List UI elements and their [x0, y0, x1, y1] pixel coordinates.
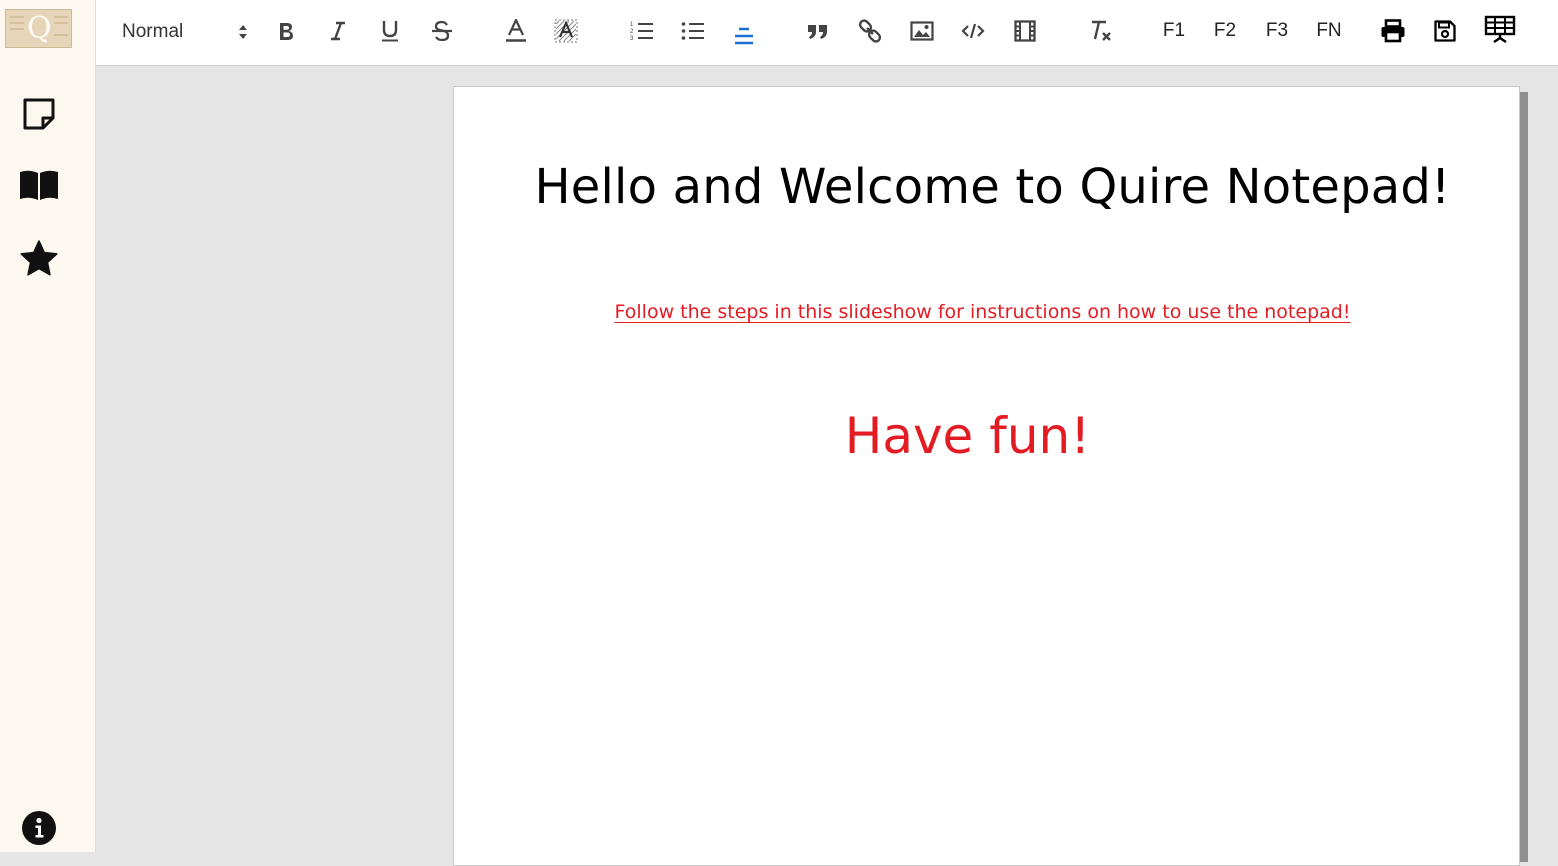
italic-button[interactable]: [324, 11, 352, 51]
link-icon: [858, 19, 882, 43]
italic-icon: [330, 21, 346, 41]
format-select[interactable]: Normal: [114, 14, 249, 50]
slideshow-icon: [1484, 15, 1516, 43]
print-button[interactable]: [1378, 11, 1408, 51]
document-title: Hello and Welcome to Quire Notepad!: [534, 159, 1451, 215]
svg-text:1: 1: [630, 22, 634, 28]
format-select-value: Normal: [122, 21, 184, 42]
font-color-button[interactable]: [502, 11, 530, 51]
strikethrough-icon: [431, 20, 453, 42]
closing-text: Have fun!: [844, 407, 1091, 465]
image-button[interactable]: [908, 11, 936, 51]
underline-icon: [380, 20, 400, 42]
font-button-f1[interactable]: F1: [1159, 11, 1189, 51]
font-button-f2[interactable]: F2: [1210, 11, 1240, 51]
bold-icon: [277, 21, 295, 41]
logo-letter: Q: [27, 11, 52, 46]
blockquote-button[interactable]: [804, 11, 832, 51]
font-color-icon: [505, 19, 527, 43]
editor-page[interactable]: Hello and Welcome to Quire Notepad! Foll…: [453, 86, 1520, 866]
strikethrough-button[interactable]: [428, 11, 456, 51]
left-sidebar: Q: [0, 0, 96, 852]
align-center-button[interactable]: [730, 14, 758, 54]
clear-format-icon: [1088, 19, 1114, 43]
save-button[interactable]: [1430, 11, 1460, 51]
align-center-icon: [733, 23, 755, 45]
slideshow-link[interactable]: Follow the steps in this slideshow for i…: [454, 301, 1511, 323]
blockquote-icon: [807, 22, 829, 40]
ordered-list-icon: 123: [630, 20, 654, 42]
link-button[interactable]: [856, 11, 884, 51]
ordered-list-button[interactable]: 123: [628, 11, 656, 51]
select-arrows-icon: [237, 22, 249, 47]
info-icon[interactable]: [17, 806, 61, 850]
bold-button[interactable]: [272, 11, 300, 51]
star-icon[interactable]: [17, 236, 61, 280]
note-icon[interactable]: [17, 92, 61, 136]
video-button[interactable]: [1011, 11, 1039, 51]
editor-toolbar: Normal 123 F1 F2 F3 FN: [96, 0, 1558, 66]
image-icon: [910, 21, 934, 41]
print-icon: [1380, 19, 1406, 43]
save-icon: [1434, 20, 1456, 42]
app-logo[interactable]: Q: [5, 9, 72, 48]
svg-text:2: 2: [630, 29, 634, 35]
svg-text:3: 3: [630, 36, 634, 42]
bullet-list-icon: [681, 21, 705, 41]
slideshow-button[interactable]: [1482, 9, 1518, 49]
highlight-icon: [554, 19, 578, 43]
bullet-list-button[interactable]: [679, 11, 707, 51]
underline-button[interactable]: [376, 11, 404, 51]
clear-format-button[interactable]: [1086, 11, 1116, 51]
code-button[interactable]: [959, 11, 987, 51]
font-button-fn[interactable]: FN: [1313, 11, 1345, 51]
highlight-button[interactable]: [552, 11, 580, 51]
code-icon: [961, 23, 985, 39]
book-icon[interactable]: [17, 163, 61, 207]
video-icon: [1014, 20, 1036, 42]
font-button-f3[interactable]: F3: [1262, 11, 1292, 51]
